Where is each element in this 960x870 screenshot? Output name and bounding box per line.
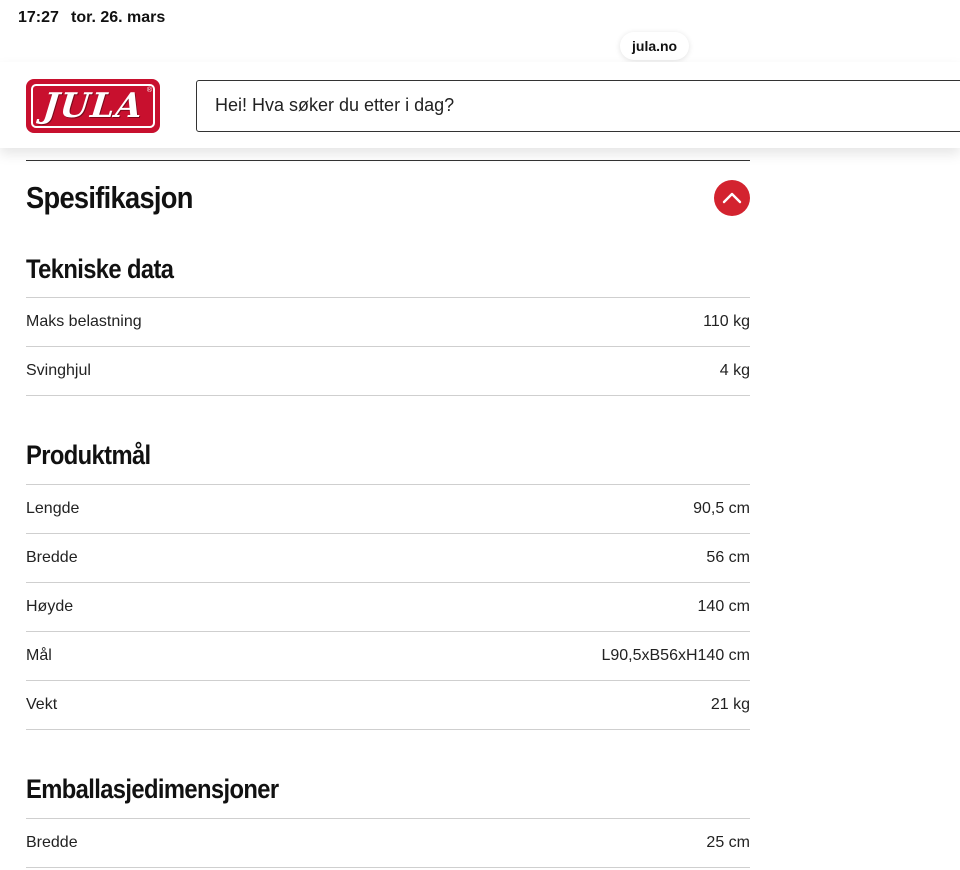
logo-frame: JULA: [31, 84, 155, 128]
spec-row: Lengde 90,5 cm: [26, 485, 750, 534]
spec-value: 90,5 cm: [693, 500, 750, 517]
spec-label: Lengde: [26, 500, 80, 517]
spec-row: Maks belastning 110 kg: [26, 298, 750, 347]
spec-row: Bredde 56 cm: [26, 534, 750, 583]
jula-logo[interactable]: JULA ®: [26, 79, 160, 133]
spec-table-produktmal: Lengde 90,5 cm Bredde 56 cm Høyde 140 cm…: [26, 484, 750, 730]
spec-value: 4 kg: [719, 362, 750, 379]
spec-label: Høyde: [26, 598, 74, 615]
collapse-button[interactable]: [714, 180, 750, 216]
spec-value: 56 cm: [706, 549, 750, 566]
status-bar: 17:27 tor. 26. mars: [0, 0, 960, 34]
spec-row: Svinghjul 4 kg: [26, 347, 750, 396]
section-title-emballasjedimensjoner: Emballasjedimensjoner: [26, 774, 279, 804]
search-box[interactable]: [196, 80, 960, 132]
logo-registered-mark: ®: [146, 87, 152, 94]
spec-value: 21 kg: [710, 696, 750, 713]
section-title-tekniske-data: Tekniske data: [26, 254, 174, 284]
status-date: tor. 26. mars: [71, 9, 166, 26]
spec-value: 110 kg: [703, 313, 750, 330]
section-title-produktmal: Produktmål: [26, 440, 151, 470]
url-bar[interactable]: jula.no: [620, 32, 690, 60]
spec-label: Vekt: [26, 696, 58, 713]
spec-title: Spesifikasjon: [26, 180, 193, 215]
spec-value: L90,5xB56xH140 cm: [601, 647, 750, 664]
spec-label: Svinghjul: [26, 362, 91, 379]
spec-value: 25 cm: [706, 834, 750, 851]
spec-row: Vekt 21 kg: [26, 681, 750, 730]
spec-table-tekniske-data: Maks belastning 110 kg Svinghjul 4 kg: [26, 297, 750, 396]
logo-text: JULA: [40, 86, 146, 126]
spec-label: Bredde: [26, 549, 78, 566]
divider: [26, 160, 750, 161]
spec-label: Bredde: [26, 834, 78, 851]
spec-label: Mål: [26, 647, 52, 664]
site-header: JULA ®: [0, 62, 960, 148]
search-input[interactable]: [215, 81, 955, 130]
spec-label: Maks belastning: [26, 313, 142, 330]
chevron-up-icon: [722, 192, 742, 204]
spec-row: Bredde 25 cm: [26, 819, 750, 868]
spec-value: 140 cm: [697, 598, 750, 615]
status-time: 17:27: [18, 9, 59, 26]
spec-row: Mål L90,5xB56xH140 cm: [26, 632, 750, 681]
spec-row: Høyde 140 cm: [26, 583, 750, 632]
spec-table-emballasjedimensjoner: Bredde 25 cm: [26, 818, 750, 868]
